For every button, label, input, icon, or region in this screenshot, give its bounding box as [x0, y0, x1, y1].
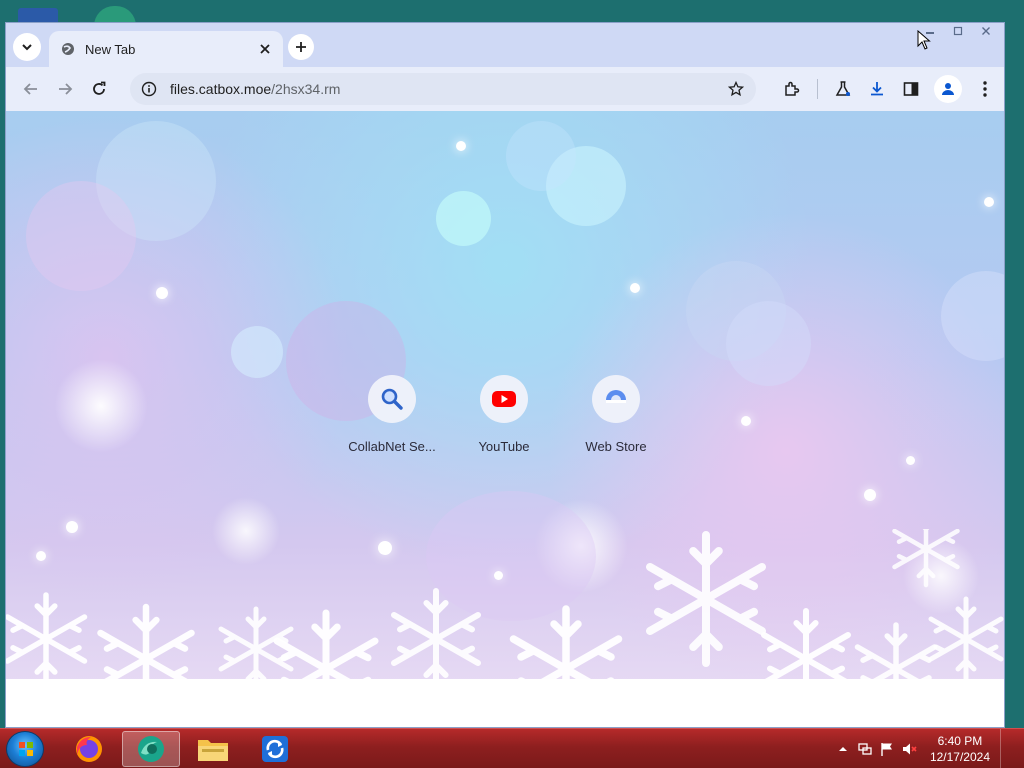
web-store-icon	[606, 390, 626, 403]
url-path: /2hsx34.rm	[271, 81, 341, 97]
show-desktop-button[interactable]	[1000, 729, 1014, 768]
arrow-right-icon	[59, 83, 73, 95]
chevron-up-icon	[838, 747, 847, 751]
clock-date: 12/17/2024	[929, 750, 990, 764]
folder-icon	[198, 740, 228, 761]
background-decoration	[156, 287, 168, 299]
arrow-left-icon	[23, 83, 37, 95]
shortcut-label: YouTube	[478, 439, 530, 454]
background-decoration	[26, 181, 136, 291]
taskbar-app-firefox[interactable]	[60, 731, 118, 767]
close-window-button[interactable]	[972, 23, 1000, 39]
browser-icon	[138, 736, 164, 762]
volume-tray-button[interactable]	[898, 738, 920, 760]
more-vert-icon	[983, 81, 987, 97]
reload-icon	[93, 81, 106, 95]
search-icon	[381, 388, 403, 410]
toolbar-separator	[817, 79, 818, 99]
volume-muted-icon	[902, 743, 917, 755]
shortcut-icon-circle	[592, 375, 640, 423]
bookmark-star-button[interactable]	[724, 77, 748, 101]
address-bar[interactable]: files.catbox.moe/2hsx34.rm	[130, 73, 756, 105]
background-decoration	[46, 351, 156, 461]
extensions-button[interactable]	[775, 72, 809, 106]
maximize-icon	[953, 26, 963, 36]
windows-logo-icon	[19, 742, 33, 756]
chevron-down-icon	[22, 44, 32, 51]
reload-button[interactable]	[82, 72, 116, 106]
background-decoration	[741, 416, 751, 426]
background-decoration	[906, 456, 915, 465]
shortcut-icon-circle	[368, 375, 416, 423]
url-text: files.catbox.moe/2hsx34.rm	[170, 81, 340, 97]
snowflakes-decoration	[6, 529, 1004, 727]
labs-button[interactable]	[826, 72, 860, 106]
background-decoration	[456, 141, 466, 151]
youtube-icon	[492, 391, 516, 407]
mouse-cursor-icon	[917, 30, 931, 50]
new-tab-button[interactable]	[288, 34, 314, 60]
action-center-button[interactable]	[876, 738, 898, 760]
flag-icon	[881, 743, 892, 756]
background-decoration	[941, 271, 1004, 361]
taskbar-app-browser[interactable]	[122, 731, 180, 767]
network-tray-button[interactable]	[854, 738, 876, 760]
profile-button[interactable]	[934, 75, 962, 103]
taskbar: 6:40 PM 12/17/2024	[0, 728, 1024, 768]
background-decoration	[231, 326, 283, 378]
star-icon	[728, 81, 744, 97]
show-hidden-icons-button[interactable]	[832, 738, 854, 760]
shortcut-tile[interactable]: CollabNet Se...	[336, 371, 448, 471]
url-host: files.catbox.moe	[170, 81, 272, 97]
close-icon	[260, 44, 270, 54]
download-icon	[871, 82, 883, 96]
downloads-button[interactable]	[860, 72, 894, 106]
tab-close-button[interactable]	[253, 37, 277, 61]
side-panel-button[interactable]	[894, 72, 928, 106]
tab-strip: New Tab	[6, 23, 1004, 67]
clock[interactable]: 6:40 PM 12/17/2024	[930, 733, 990, 765]
shortcuts-grid: CollabNet Se... YouTube Web Store	[336, 371, 676, 471]
network-icon	[858, 743, 872, 755]
tab-search-button[interactable]	[13, 33, 41, 61]
taskbar-app-file-explorer[interactable]	[184, 731, 242, 767]
user-icon	[942, 83, 954, 95]
puzzle-icon	[785, 81, 800, 96]
background-decoration	[506, 121, 576, 191]
shortcut-icon-circle	[480, 375, 528, 423]
new-tab-page: CollabNet Se... YouTube Web Store	[6, 111, 1004, 727]
back-button[interactable]	[14, 72, 48, 106]
clock-time: 6:40 PM	[937, 734, 983, 748]
firefox-icon	[76, 736, 102, 762]
maximize-button[interactable]	[944, 23, 972, 39]
background-decoration	[984, 197, 994, 207]
background-decoration	[630, 283, 640, 293]
sync-icon	[262, 736, 288, 762]
flask-icon	[835, 81, 851, 96]
background-decoration	[726, 301, 811, 386]
browser-toolbar: files.catbox.moe/2hsx34.rm	[6, 67, 1004, 111]
background-decoration	[436, 191, 491, 246]
close-icon	[982, 27, 990, 35]
start-button[interactable]	[6, 731, 44, 767]
shortcut-tile[interactable]: Web Store	[560, 371, 672, 471]
globe-icon	[62, 43, 74, 55]
background-decoration	[864, 489, 876, 501]
browser-window: New Tab files.catbox.moe/2hsx34.rm Colla…	[5, 22, 1005, 728]
plus-icon	[296, 42, 306, 52]
side-panel-icon	[903, 82, 919, 96]
toolbar-right-group	[775, 72, 1002, 106]
system-tray: 6:40 PM 12/17/2024	[832, 729, 1014, 768]
site-info-icon[interactable]	[138, 78, 160, 100]
tab-title: New Tab	[85, 41, 136, 57]
taskbar-app-sync[interactable]	[246, 731, 304, 767]
shortcut-label: CollabNet Se...	[348, 439, 436, 454]
shortcut-label: Web Store	[585, 439, 647, 454]
forward-button[interactable]	[48, 72, 82, 106]
menu-button[interactable]	[968, 72, 1002, 106]
shortcut-tile[interactable]: YouTube	[448, 371, 560, 471]
tab-new-tab[interactable]: New Tab	[49, 31, 283, 67]
